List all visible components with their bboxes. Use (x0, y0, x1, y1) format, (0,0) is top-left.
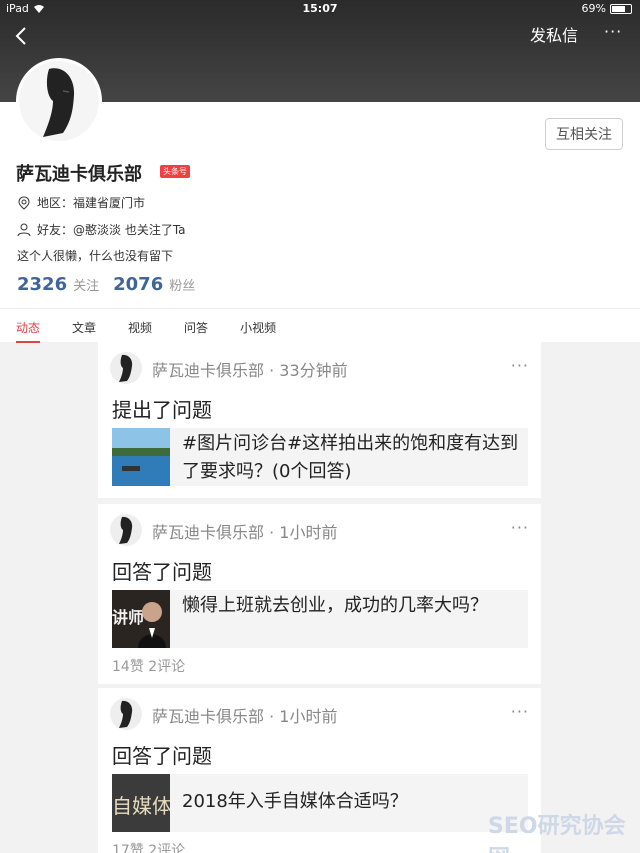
more-options-button[interactable]: ··· (604, 22, 622, 41)
card-avatar[interactable] (110, 698, 142, 730)
profile-section: 互相关注 萨瓦迪卡俱乐部 头条号 地区：福建省厦门市 好友：@憨淡淡 也关注了T… (0, 102, 640, 308)
question-text: 懒得上班就去创业，成功的几率大吗？ (182, 595, 488, 616)
battery-icon (610, 3, 632, 14)
question-text: 2018年入手自媒体合适吗？ (182, 791, 408, 812)
watermark: SEO研究协会网 (488, 814, 626, 853)
clock: 15:07 (302, 2, 338, 15)
following-count[interactable]: 2326 (17, 274, 67, 295)
friends-text: 好友：@憨淡淡 也关注了Ta (37, 223, 186, 237)
profile-avatar[interactable] (16, 58, 102, 144)
tab-short-videos[interactable]: 小视频 (240, 309, 276, 343)
question-box[interactable]: 自媒体 2018年入手自媒体合适吗？ (112, 774, 528, 832)
card-action: 提出了问题 (112, 398, 212, 422)
tab-qa[interactable]: 问答 (184, 309, 208, 343)
card-action: 回答了问题 (112, 744, 212, 768)
tab-videos[interactable]: 视频 (128, 309, 152, 343)
fans-count[interactable]: 2076 (113, 274, 163, 295)
question-box[interactable]: 讲师 懒得上班就去创业，成功的几率大吗？ (112, 590, 528, 648)
profile-name: 萨瓦迪卡俱乐部 (16, 164, 142, 185)
mutual-follow-button[interactable]: 互相关注 (545, 118, 623, 150)
card-avatar[interactable] (110, 514, 142, 546)
tab-activity[interactable]: 动态 (16, 309, 41, 343)
location-icon (18, 195, 30, 210)
friends-row[interactable]: 好友：@憨淡淡 也关注了Ta (17, 221, 186, 238)
card-more-button[interactable]: ··· (511, 702, 529, 721)
man-portrait-thumbnail: 讲师 (112, 590, 170, 648)
card-stats: 17赞 2评论 (112, 843, 186, 853)
card-meta[interactable]: 萨瓦迪卡俱乐部 · 1小时前 (152, 703, 337, 727)
fans-label[interactable]: 粉丝 (169, 275, 195, 294)
feed-card[interactable]: 萨瓦迪卡俱乐部 · 33分钟前 ··· 提出了问题 #图片问诊台#这样拍出来的饱… (98, 342, 541, 498)
region-row: 地区：福建省厦门市 (17, 194, 145, 211)
card-action: 回答了问题 (112, 560, 212, 584)
bio: 这个人很懒，什么也没有留下 (17, 249, 174, 263)
question-text: #图片问诊台#这样拍出来的饱和度有达到了要求吗？(0个回答) (182, 433, 519, 482)
card-meta[interactable]: 萨瓦迪卡俱乐部 · 33分钟前 (152, 357, 348, 381)
tab-bar: 动态 文章 视频 问答 小视频 (0, 308, 640, 343)
message-button[interactable]: 发私信 (530, 22, 578, 46)
question-box[interactable]: #图片问诊台#这样拍出来的饱和度有达到了要求吗？(0个回答) (112, 428, 528, 486)
card-avatar[interactable] (110, 352, 142, 384)
lake-photo-thumbnail (112, 428, 170, 486)
thumbnail-caption: 自媒体 (112, 794, 170, 818)
feed-card[interactable]: 萨瓦迪卡俱乐部 · 1小时前 ··· 回答了问题 讲师 懒得上班就去创业，成功的… (98, 504, 541, 684)
card-more-button[interactable]: ··· (511, 356, 529, 375)
back-icon[interactable] (10, 24, 34, 48)
tab-articles[interactable]: 文章 (72, 309, 96, 343)
following-label[interactable]: 关注 (73, 275, 99, 294)
status-bar: iPad 15:07 69% (0, 0, 640, 18)
feed-card[interactable]: 萨瓦迪卡俱乐部 · 1小时前 ··· 回答了问题 自媒体 2018年入手自媒体合… (98, 688, 541, 853)
card-meta[interactable]: 萨瓦迪卡俱乐部 · 1小时前 (152, 519, 337, 543)
battery-percent: 69% (581, 2, 606, 15)
toutiao-badge: 头条号 (160, 165, 190, 178)
region-text: 地区：福建省厦门市 (37, 196, 146, 210)
friend-icon (17, 223, 31, 236)
text-thumbnail: 自媒体 (112, 774, 170, 832)
card-stats: 14赞 2评论 (112, 659, 186, 675)
card-more-button[interactable]: ··· (511, 518, 529, 537)
stats-row: 2326 关注 2076 粉丝 (17, 274, 203, 295)
